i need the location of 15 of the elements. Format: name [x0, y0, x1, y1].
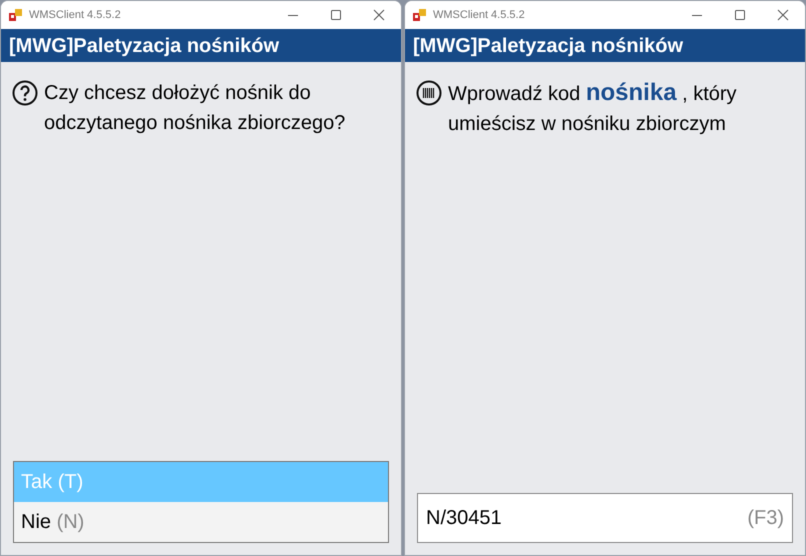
close-icon[interactable]: [373, 9, 385, 21]
window-title: WMSClient 4.5.5.2: [433, 8, 525, 23]
question-icon: [12, 80, 38, 106]
close-icon[interactable]: [777, 9, 789, 21]
maximize-icon[interactable]: [330, 9, 342, 21]
window-title: WMSClient 4.5.5.2: [29, 8, 121, 23]
app-icon: [9, 8, 23, 22]
app-icon: [413, 8, 427, 22]
maximize-icon[interactable]: [734, 9, 746, 21]
prompt-text: Wprowadź kod nośnika , który umieścisz w nośniku zbiorczym: [448, 78, 738, 137]
screen-title: [MWG]Paletyzacja nośników: [9, 34, 280, 58]
input-field[interactable]: N/30451 (F3): [417, 493, 793, 543]
screen-title: [MWG]Paletyzacja nośników: [413, 34, 684, 58]
barcode-icon: [416, 80, 442, 106]
prompt-text: Czy chcesz dołożyć nośnik do odczytanego nośnika zbiorczego?: [44, 81, 346, 136]
